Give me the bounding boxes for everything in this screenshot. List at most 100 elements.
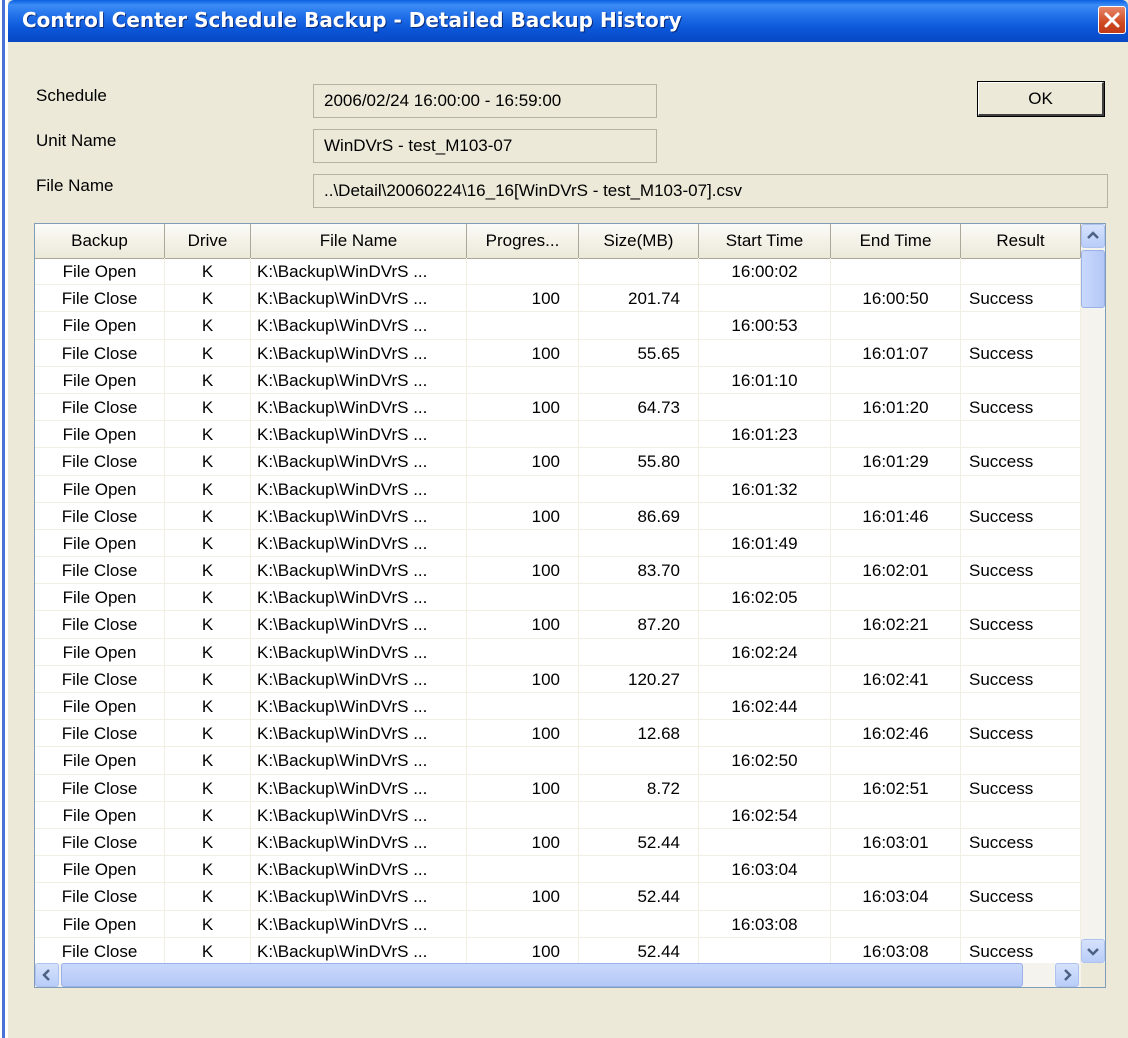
cell-start-time xyxy=(699,937,831,963)
cell-size xyxy=(579,312,699,340)
ok-button[interactable]: OK xyxy=(977,81,1105,117)
table-row[interactable]: File Open K K:\Backup\WinDVrS ... 16:02:44 xyxy=(35,693,1081,721)
cell-file-name: K:\Backup\WinDVrS ... xyxy=(251,339,467,367)
cell-size: 52.44 xyxy=(579,937,699,963)
cell-start-time: 16:00:53 xyxy=(699,312,831,340)
table-row[interactable]: File Open K K:\Backup\WinDVrS ... 16:01:32 xyxy=(35,475,1081,503)
header-col-result[interactable]: Result xyxy=(961,224,1081,258)
table-row[interactable]: File Open K K:\Backup\WinDVrS ... 16:00:02 xyxy=(35,258,1081,286)
vertical-scroll-thumb[interactable] xyxy=(1081,250,1105,308)
cell-size: 55.80 xyxy=(579,448,699,476)
table-row[interactable]: File Close K K:\Backup\WinDVrS ... 100 55.65… xyxy=(35,339,1081,367)
table-row[interactable]: File Open K K:\Backup\WinDVrS ... 16:02:24 xyxy=(35,638,1081,666)
cell-size xyxy=(579,258,699,286)
cell-drive: K xyxy=(165,475,251,503)
cell-backup: File Close xyxy=(35,937,165,963)
backup-history-table[interactable]: Backup Drive File Name Progres... Size(MB) St… xyxy=(34,223,1106,988)
horizontal-scrollbar[interactable] xyxy=(35,963,1081,987)
header-col-end-time[interactable]: End Time xyxy=(831,224,961,258)
cell-backup: File Open xyxy=(35,747,165,775)
cell-result: Success xyxy=(961,393,1081,422)
cell-start-time xyxy=(699,774,831,802)
table-row[interactable]: File Open K K:\Backup\WinDVrS ... 16:03:04 xyxy=(35,856,1081,884)
cell-end-time xyxy=(831,747,961,775)
cell-progress xyxy=(467,638,579,666)
cell-end-time xyxy=(831,801,961,829)
cell-progress: 100 xyxy=(467,448,579,476)
table-row[interactable]: File Close K K:\Backup\WinDVrS ... 100 83.70… xyxy=(35,557,1081,585)
cell-size xyxy=(579,747,699,775)
cell-backup: File Open xyxy=(35,475,165,503)
table-row[interactable]: File Close K K:\Backup\WinDVrS ... 100 201.7… xyxy=(35,285,1081,313)
chevron-up-icon xyxy=(1087,231,1099,239)
horizontal-scroll-thumb[interactable] xyxy=(61,963,1023,987)
table-body: File Open K K:\Backup\WinDVrS ... 16:00:02 F… xyxy=(35,258,1081,963)
cell-backup: File Open xyxy=(35,584,165,612)
scroll-left-button[interactable] xyxy=(35,963,59,987)
cell-drive: K xyxy=(165,312,251,340)
cell-end-time xyxy=(831,584,961,612)
cell-file-name: K:\Backup\WinDVrS ... xyxy=(251,937,467,963)
cell-file-name: K:\Backup\WinDVrS ... xyxy=(251,611,467,639)
table-row[interactable]: File Open K K:\Backup\WinDVrS ... 16:00:53 xyxy=(35,312,1081,340)
scroll-down-button[interactable] xyxy=(1081,939,1105,963)
cell-backup: File Close xyxy=(35,339,165,367)
table-row[interactable]: File Open K K:\Backup\WinDVrS ... 16:02:05 xyxy=(35,584,1081,612)
cell-end-time: 16:01:29 xyxy=(831,448,961,476)
cell-start-time: 16:02:44 xyxy=(699,693,831,721)
header-col-start-time[interactable]: Start Time xyxy=(699,224,831,258)
table-row[interactable]: File Close K K:\Backup\WinDVrS ... 100 86.69… xyxy=(35,502,1081,530)
scroll-right-button[interactable] xyxy=(1055,963,1079,987)
title-bar[interactable]: Control Center Schedule Backup - Detaile… xyxy=(8,0,1128,42)
cell-file-name: K:\Backup\WinDVrS ... xyxy=(251,747,467,775)
table-row[interactable]: File Close K K:\Backup\WinDVrS ... 100 64.73… xyxy=(35,393,1081,422)
cell-start-time xyxy=(699,720,831,748)
table-row[interactable]: File Close K K:\Backup\WinDVrS ... 100 52.44… xyxy=(35,883,1081,911)
header-col-progress[interactable]: Progres... xyxy=(467,224,579,258)
cell-start-time: 16:01:32 xyxy=(699,475,831,503)
header-col-size[interactable]: Size(MB) xyxy=(579,224,699,258)
table-row[interactable]: File Open K K:\Backup\WinDVrS ... 16:02:54 xyxy=(35,801,1081,829)
cell-file-name: K:\Backup\WinDVrS ... xyxy=(251,910,467,938)
scroll-up-button[interactable] xyxy=(1081,224,1105,248)
cell-size: 86.69 xyxy=(579,502,699,530)
cell-result xyxy=(961,584,1081,612)
table-row[interactable]: File Close K K:\Backup\WinDVrS ... 100 8.72 1… xyxy=(35,774,1081,802)
table-row[interactable]: File Close K K:\Backup\WinDVrS ... 100 87.20… xyxy=(35,611,1081,639)
cell-size: 8.72 xyxy=(579,774,699,802)
cell-start-time: 16:02:54 xyxy=(699,801,831,829)
cell-result xyxy=(961,312,1081,340)
header-col-file-name[interactable]: File Name xyxy=(251,224,467,258)
vertical-scrollbar[interactable] xyxy=(1081,224,1105,963)
cell-end-time xyxy=(831,693,961,721)
header-col-backup[interactable]: Backup xyxy=(35,224,165,258)
cell-file-name: K:\Backup\WinDVrS ... xyxy=(251,693,467,721)
close-button[interactable] xyxy=(1098,6,1126,34)
cell-file-name: K:\Backup\WinDVrS ... xyxy=(251,448,467,476)
table-row[interactable]: File Close K K:\Backup\WinDVrS ... 100 120.2… xyxy=(35,665,1081,693)
table-row[interactable]: File Close K K:\Backup\WinDVrS ... 100 55.80… xyxy=(35,448,1081,476)
table-row[interactable]: File Open K K:\Backup\WinDVrS ... 16:03:08 xyxy=(35,910,1081,938)
table-row[interactable]: File Open K K:\Backup\WinDVrS ... 16:01:10 xyxy=(35,366,1081,394)
cell-start-time: 16:01:23 xyxy=(699,421,831,449)
cell-backup: File Close xyxy=(35,720,165,748)
chevron-left-icon xyxy=(42,969,50,981)
table-row[interactable]: File Open K K:\Backup\WinDVrS ... 16:02:50 xyxy=(35,747,1081,775)
cell-drive: K xyxy=(165,720,251,748)
table-row[interactable]: File Close K K:\Backup\WinDVrS ... 100 12.68… xyxy=(35,720,1081,748)
cell-drive: K xyxy=(165,910,251,938)
chevron-down-icon xyxy=(1087,948,1099,956)
table-row[interactable]: File Close K K:\Backup\WinDVrS ... 100 52.44… xyxy=(35,828,1081,857)
cell-end-time xyxy=(831,856,961,884)
cell-progress xyxy=(467,693,579,721)
cell-result: Success xyxy=(961,502,1081,530)
table-row[interactable]: File Open K K:\Backup\WinDVrS ... 16:01:49 xyxy=(35,529,1081,558)
cell-drive: K xyxy=(165,421,251,449)
cell-start-time xyxy=(699,828,831,857)
cell-progress xyxy=(467,312,579,340)
table-row[interactable]: File Open K K:\Backup\WinDVrS ... 16:01:23 xyxy=(35,421,1081,449)
table-row[interactable]: File Close K K:\Backup\WinDVrS ... 100 52.44… xyxy=(35,937,1081,963)
cell-size: 83.70 xyxy=(579,557,699,585)
header-col-drive[interactable]: Drive xyxy=(165,224,251,258)
cell-backup: File Open xyxy=(35,801,165,829)
